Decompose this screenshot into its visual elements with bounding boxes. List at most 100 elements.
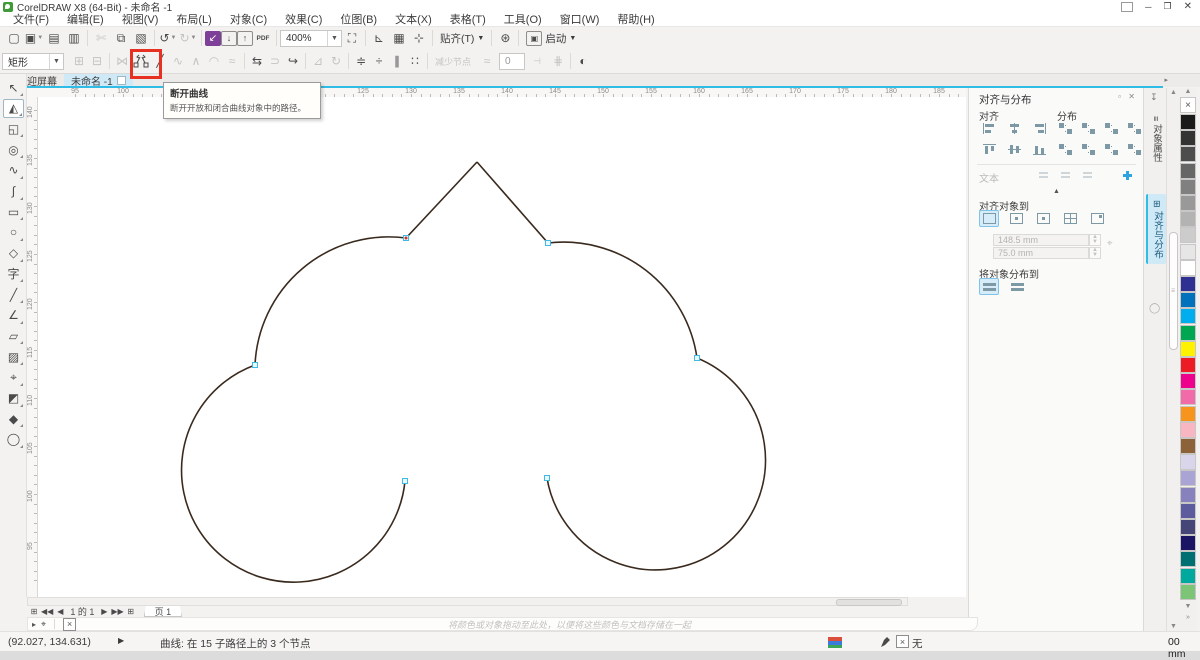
align-left-button[interactable] [979, 120, 999, 137]
palette-flyout-icon[interactable]: » [1179, 614, 1197, 621]
palette-scroll-up-icon[interactable]: ▲ [1179, 88, 1197, 95]
show-rulers-icon[interactable]: ⊾ [369, 29, 389, 47]
reverse-direction-button[interactable]: ⇆ [248, 52, 266, 70]
palette-color-swatch[interactable] [1180, 163, 1196, 179]
distribute-bottom-button[interactable] [1124, 141, 1144, 158]
next-page-icon[interactable]: ▶ [99, 607, 109, 616]
drop-shadow-tool-icon[interactable]: ▱ [3, 326, 24, 345]
paste-icon[interactable]: ▧ [131, 29, 151, 47]
pick-tool-icon[interactable]: ↖ [3, 78, 24, 97]
menu-item-10[interactable]: 窗口(W) [551, 13, 609, 27]
last-page-icon[interactable]: ▶▶ [111, 607, 123, 616]
palette-color-swatch[interactable] [1180, 260, 1196, 276]
distribute-right-button[interactable] [1124, 120, 1144, 137]
collapse-arrow-icon[interactable]: ▲ [1053, 188, 1060, 195]
zoom-level-combo[interactable]: 400%▼ [280, 30, 342, 47]
align-x-input[interactable]: 148.5 mm [993, 234, 1089, 246]
tab-document[interactable]: 未命名 -1 [64, 74, 133, 86]
palette-no-color-swatch[interactable]: × [1180, 97, 1196, 113]
box-selection-button[interactable]: ◐ [574, 52, 592, 70]
redo-icon[interactable]: ↻▼ [178, 29, 198, 47]
minimize-button[interactable]: ─ [1145, 2, 1151, 12]
align-top-button[interactable] [979, 141, 999, 158]
curve-smoothness-spinner[interactable]: ≈0⊣ [477, 52, 547, 70]
distribute-to-page-button[interactable] [1007, 278, 1027, 295]
palette-color-swatch[interactable] [1180, 373, 1196, 389]
docker-dock-icon[interactable]: ▫ [1118, 92, 1121, 101]
palette-color-swatch[interactable] [1180, 114, 1196, 130]
docker-pin-icon[interactable]: ↧ [1150, 92, 1158, 103]
add-page-icon[interactable]: ⊞ [29, 607, 39, 616]
dynamic-guides-icon[interactable]: ⊹ [409, 29, 429, 47]
palette-color-swatch[interactable] [1180, 519, 1196, 535]
align-center-v-button[interactable] [1004, 141, 1024, 158]
smoothness-stepper[interactable]: ⊣ [527, 52, 547, 70]
palette-color-swatch[interactable] [1180, 357, 1196, 373]
color-eyedropper-tool-icon[interactable]: ⌖ [3, 368, 24, 387]
ellipse-tool-icon[interactable]: ○ [3, 223, 24, 242]
freehand-tool-icon[interactable]: ∿ [3, 161, 24, 180]
connector-tool-icon[interactable]: ∠ [3, 306, 24, 325]
tab-scroll-right-icon[interactable]: ▸ [1164, 76, 1168, 84]
align-x-spinner[interactable]: ▲▼ [1089, 234, 1101, 246]
join-two-nodes-button[interactable]: ⋈ [113, 52, 131, 70]
show-grid-icon[interactable]: ▦ [389, 29, 409, 47]
palette-color-swatch[interactable] [1180, 227, 1196, 243]
import-icon[interactable]: ↙ [205, 31, 221, 46]
align-y-input[interactable]: 75.0 mm [993, 247, 1089, 259]
specify-point-icon[interactable]: ⌖ [1107, 238, 1113, 249]
palette-color-swatch[interactable] [1180, 551, 1196, 567]
docker-close-icon[interactable]: ✕ [1128, 92, 1135, 101]
distribute-top-button[interactable] [1055, 141, 1075, 158]
text-align-baseline-button[interactable] [1055, 167, 1075, 184]
align-to-page-edge-button[interactable] [1006, 210, 1026, 227]
restore-button[interactable]: ❐ [1164, 1, 1172, 12]
outline-pen-icon[interactable] [880, 637, 893, 651]
vertical-scroll-thumb[interactable] [1169, 232, 1178, 350]
palette-scroll-down-icon[interactable]: ▼ [1179, 603, 1197, 610]
smooth-node-button[interactable]: ◠ [205, 52, 223, 70]
palette-color-swatch[interactable] [1180, 292, 1196, 308]
page-tab[interactable]: 页 1 [144, 606, 183, 617]
horizontal-scrollbar[interactable] [27, 597, 908, 606]
align-to-page-center-button[interactable] [1033, 210, 1053, 227]
artistic-media-tool-icon[interactable]: ∫ [3, 182, 24, 201]
align-to-active-objects-button[interactable] [979, 210, 999, 227]
rectangle-tool-icon[interactable]: ▭ [3, 202, 24, 221]
outline-tool-icon[interactable]: ◯ [3, 430, 24, 449]
print-icon[interactable]: ▥ [64, 29, 84, 47]
menu-item-0[interactable]: 文件(F) [4, 13, 58, 27]
quick-customize-icon[interactable]: ◯ [1149, 303, 1160, 314]
text-align-first-line-button[interactable] [1033, 167, 1053, 184]
tab-options-icon[interactable] [117, 76, 126, 85]
align-y-spinner[interactable]: ▲▼ [1089, 247, 1101, 259]
menu-item-3[interactable]: 布局(L) [167, 13, 220, 27]
palette-color-swatch[interactable] [1180, 389, 1196, 405]
palette-color-swatch[interactable] [1180, 568, 1196, 584]
menu-item-7[interactable]: 文本(X) [386, 13, 441, 27]
palette-color-swatch[interactable] [1180, 130, 1196, 146]
menu-item-11[interactable]: 帮助(H) [608, 13, 663, 27]
docker-tab-align-distribute[interactable]: ⊞对齐与分布 [1146, 194, 1166, 264]
palette-color-swatch[interactable] [1180, 454, 1196, 470]
rotate-skew-nodes-button[interactable]: ↻ [327, 52, 345, 70]
stretch-scale-nodes-button[interactable]: ⊿ [309, 52, 327, 70]
save-icon[interactable]: ▤ [44, 29, 64, 47]
distribute-to-selection-button[interactable] [979, 278, 999, 295]
previous-page-icon[interactable]: ◀ [55, 607, 65, 616]
publish-pdf-icon[interactable]: PDF [253, 29, 273, 47]
palette-color-swatch[interactable] [1180, 179, 1196, 195]
snap-to-dropdown[interactable]: 贴齐(T)▼ [436, 31, 488, 46]
text-tool-icon[interactable]: 字 [3, 264, 24, 283]
menu-item-5[interactable]: 效果(C) [276, 13, 331, 27]
close-curve-button[interactable]: ↪ [284, 52, 302, 70]
align-nodes-button[interactable]: ≑ [352, 52, 370, 70]
feedback-icon[interactable] [1121, 2, 1133, 12]
cusp-node-button[interactable]: ∧ [187, 52, 205, 70]
drawing-canvas[interactable] [38, 97, 966, 597]
palette-color-swatch[interactable] [1180, 503, 1196, 519]
distribute-center-h-button[interactable] [1078, 120, 1098, 137]
align-to-point-button[interactable] [1087, 210, 1107, 227]
open-icon[interactable]: ▣▼ [24, 29, 44, 47]
doc-palette-eyedropper-icon[interactable]: ⌖ [41, 619, 46, 630]
